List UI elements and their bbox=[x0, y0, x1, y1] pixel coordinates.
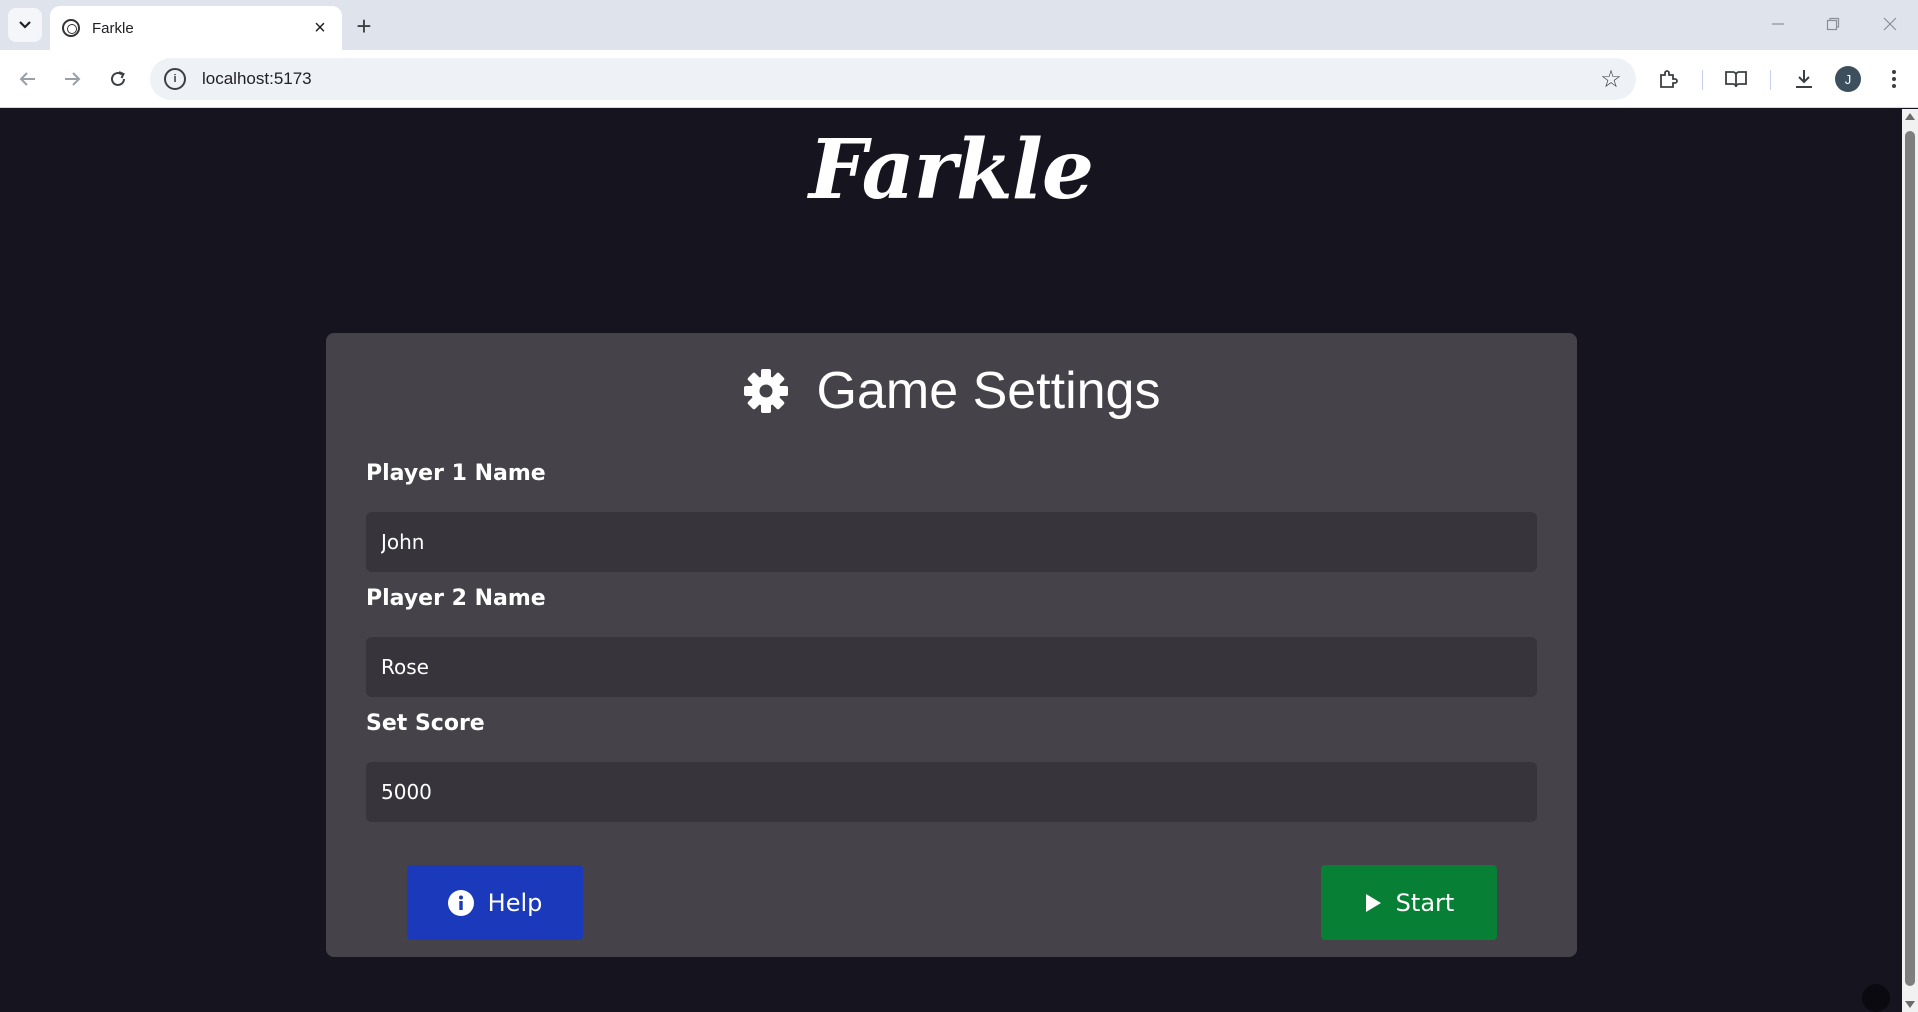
tab-search-button[interactable] bbox=[8, 8, 42, 42]
browser-toolbar: i localhost:5173 ☆ bbox=[0, 50, 1918, 108]
start-button[interactable]: Start bbox=[1321, 865, 1497, 940]
player2-name-input[interactable] bbox=[366, 637, 1537, 697]
card-title: Game Settings bbox=[816, 362, 1161, 420]
restore-icon[interactable] bbox=[1813, 10, 1853, 38]
tab-title: Farkle bbox=[92, 19, 134, 37]
scroll-down-arrow-icon[interactable] bbox=[1905, 1001, 1915, 1008]
player1-name-input[interactable] bbox=[366, 512, 1537, 572]
browser-tabstrip: Farkle × + bbox=[0, 0, 1918, 50]
game-settings-card: Game Settings Player 1 Name Player 2 Nam… bbox=[326, 333, 1577, 957]
new-tab-button[interactable]: + bbox=[350, 11, 378, 41]
extensions-icon[interactable] bbox=[1652, 63, 1684, 95]
help-button[interactable]: Help bbox=[407, 865, 583, 940]
menu-icon[interactable] bbox=[1878, 63, 1910, 95]
forward-icon[interactable] bbox=[56, 63, 88, 95]
reading-mode-icon[interactable] bbox=[1720, 63, 1752, 95]
gear-icon bbox=[743, 369, 788, 413]
bookmark-star-icon[interactable]: ☆ bbox=[1596, 64, 1626, 94]
set-score-input[interactable] bbox=[366, 762, 1537, 822]
corner-indicator bbox=[1862, 984, 1890, 1012]
close-window-icon[interactable] bbox=[1870, 10, 1910, 38]
address-bar[interactable]: i localhost:5173 ☆ bbox=[150, 58, 1636, 100]
player1-name-label: Player 1 Name bbox=[366, 461, 546, 486]
info-circle-icon bbox=[447, 889, 474, 916]
tab-close-icon[interactable]: × bbox=[310, 17, 330, 39]
play-icon bbox=[1364, 893, 1382, 913]
start-button-label: Start bbox=[1395, 888, 1455, 917]
scroll-up-arrow-icon[interactable] bbox=[1905, 113, 1915, 120]
set-score-label: Set Score bbox=[366, 711, 485, 736]
site-info-icon[interactable]: i bbox=[164, 68, 186, 90]
back-icon[interactable] bbox=[12, 63, 44, 95]
page-content: Farkle Game Settings Player 1 Name John … bbox=[0, 109, 1902, 1012]
toolbar-divider bbox=[1702, 70, 1703, 90]
profile-avatar[interactable]: J bbox=[1835, 66, 1861, 92]
url-text[interactable]: localhost:5173 bbox=[202, 69, 1596, 89]
reload-icon[interactable] bbox=[102, 63, 134, 95]
scroll-thumb[interactable] bbox=[1905, 131, 1915, 986]
help-button-label: Help bbox=[487, 888, 543, 917]
app-logo: Farkle bbox=[808, 122, 1094, 218]
download-icon[interactable] bbox=[1788, 63, 1820, 95]
card-header: Game Settings bbox=[326, 361, 1577, 421]
browser-tab-active[interactable]: Farkle × bbox=[50, 6, 342, 50]
page-scrollbar[interactable] bbox=[1902, 109, 1918, 1012]
chevron-down-icon bbox=[19, 21, 31, 29]
toolbar-divider bbox=[1770, 70, 1771, 90]
minimize-icon[interactable] bbox=[1758, 10, 1798, 38]
favicon-icon bbox=[62, 19, 80, 37]
player2-name-label: Player 2 Name bbox=[366, 586, 546, 611]
